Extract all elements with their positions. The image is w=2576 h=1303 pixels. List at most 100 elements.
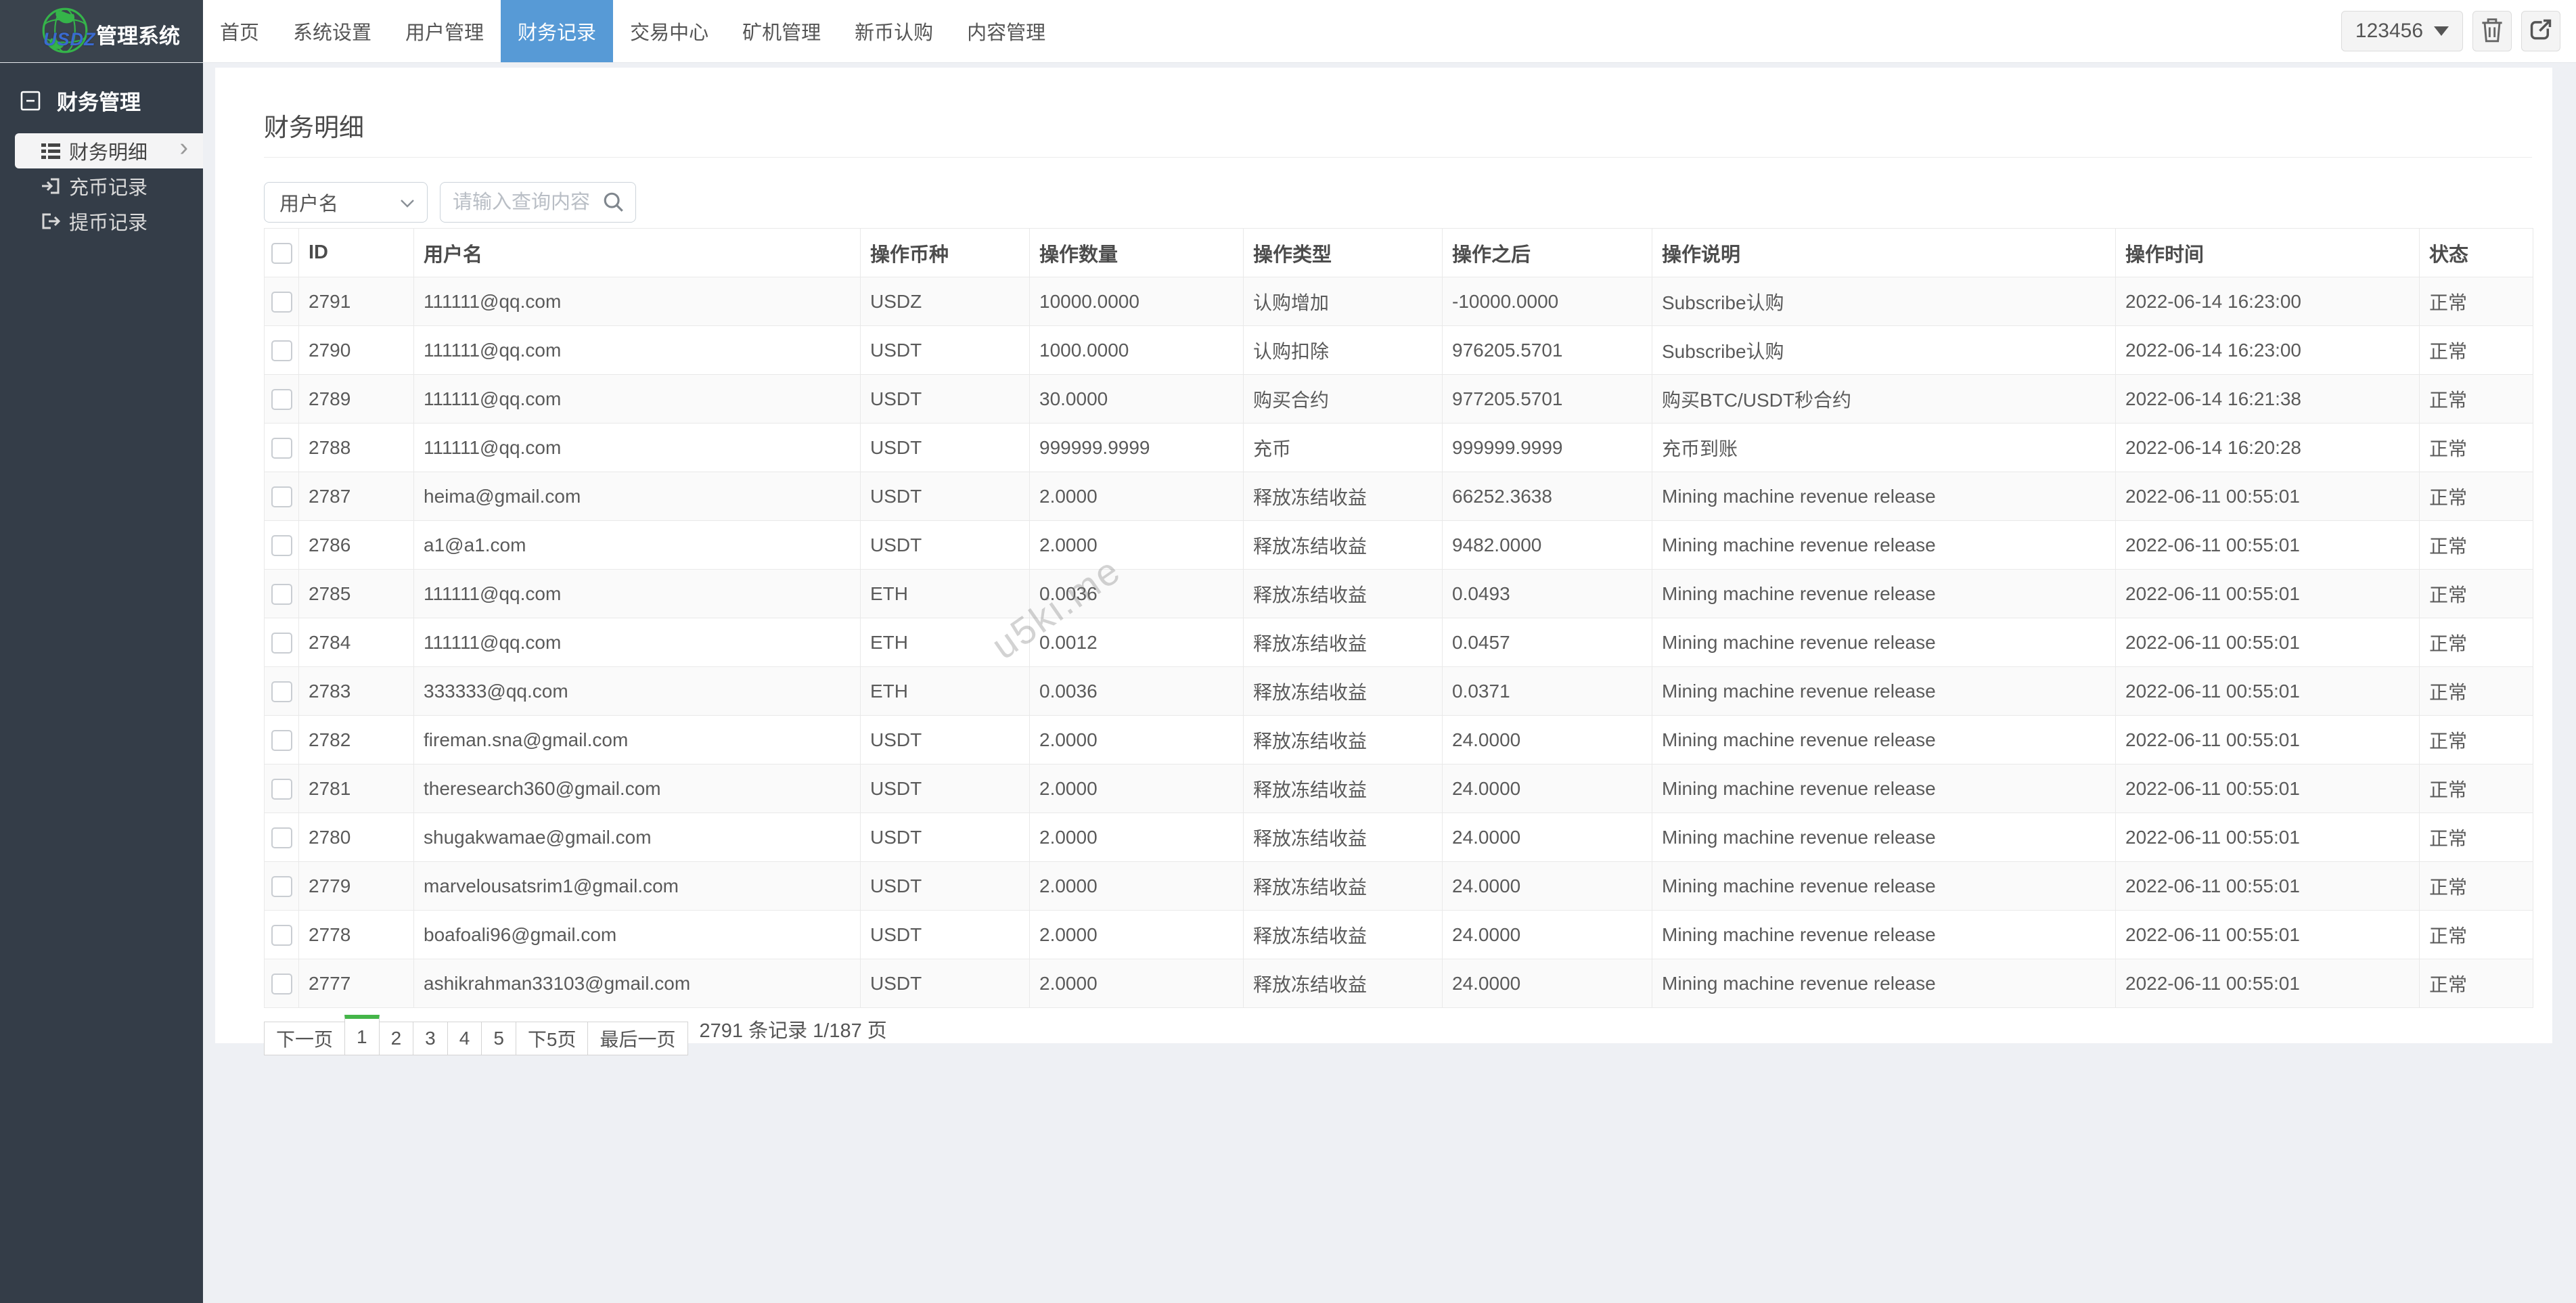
row-checkbox[interactable] [271, 730, 292, 752]
row-checkbox-cell [264, 618, 299, 667]
last-page-button[interactable]: 最后一页 [587, 1022, 688, 1055]
table-row: 2783 333333@qq.com ETH 0.0036 释放冻结收益 0.0371 Mi… [264, 666, 2533, 716]
cell-op-description: Mining machine revenue release [1652, 910, 2116, 959]
nav-item-user-management[interactable]: 用户管理 [388, 0, 501, 62]
row-checkbox[interactable] [271, 779, 292, 800]
nav-item-trade-center[interactable]: 交易中心 [613, 0, 725, 62]
nav-item-home[interactable]: 首页 [203, 0, 276, 62]
search-icon[interactable] [602, 191, 625, 217]
brand-title: 管理系统 [96, 24, 180, 48]
finance-table: ID 用户名 操作币种 操作数量 操作类型 操作之后 操作说明 操作时间 状态 2791 1111… [264, 228, 2533, 1008]
row-checkbox[interactable] [271, 438, 292, 459]
cell-status: 正常 [2419, 764, 2533, 813]
export-button[interactable] [2521, 11, 2560, 51]
cell-id: 2790 [298, 325, 414, 375]
cell-op-type: 释放冻结收益 [1243, 861, 1443, 911]
row-checkbox[interactable] [271, 974, 292, 995]
cell-op-coin: USDT [860, 910, 1030, 959]
row-checkbox-cell [264, 325, 299, 375]
sidebar-item-deposit-records[interactable]: 充币记录 [15, 168, 203, 204]
table-row: 2788 111111@qq.com USDT 999999.9999 充币 999999… [264, 423, 2533, 472]
cell-op-type: 释放冻结收益 [1243, 569, 1443, 618]
row-checkbox[interactable] [271, 681, 292, 703]
cell-after-amount: 0.0371 [1442, 666, 1652, 716]
row-checkbox[interactable] [271, 925, 292, 946]
sidebar-section-finance[interactable]: 财务管理 [0, 62, 203, 133]
cell-op-description: Mining machine revenue release [1652, 569, 2116, 618]
cell-op-amount: 10000.0000 [1029, 277, 1244, 326]
row-checkbox[interactable] [271, 584, 292, 605]
trash-button[interactable] [2472, 11, 2512, 51]
cell-status: 正常 [2419, 374, 2533, 424]
cell-username: 111111@qq.com [413, 277, 861, 326]
page-5-button[interactable]: 5 [481, 1022, 516, 1055]
cell-op-amount: 2.0000 [1029, 959, 1244, 1008]
cell-username: marvelousatsrim1@gmail.com [413, 861, 861, 911]
row-checkbox-cell [264, 277, 299, 326]
cell-op-description: 充币到账 [1652, 423, 2116, 472]
cell-after-amount: 24.0000 [1442, 861, 1652, 911]
filter-field-select[interactable]: 用户名 [264, 182, 428, 223]
user-dropdown-button[interactable]: 123456 [2341, 11, 2463, 51]
cell-status: 正常 [2419, 423, 2533, 472]
cell-after-amount: 0.0493 [1442, 569, 1652, 618]
next-page-button[interactable]: 下一页 [264, 1022, 346, 1055]
filter-row: 用户名 [264, 182, 2532, 223]
sidebar-item-withdraw-records[interactable]: 提币记录 [15, 204, 203, 239]
cell-op-time: 2022-06-14 16:21:38 [2115, 374, 2420, 424]
cell-op-amount: 0.0012 [1029, 618, 1244, 667]
row-checkbox[interactable] [271, 486, 292, 508]
cell-op-amount: 2.0000 [1029, 715, 1244, 764]
column-header: ID [298, 228, 414, 277]
page-3-button[interactable]: 3 [413, 1022, 448, 1055]
cell-op-coin: USDT [860, 764, 1030, 813]
brand-logo[interactable]: USDZ 管理系统 [0, 0, 203, 62]
pagination-buttons: 下一页 1 2 3 4 5 下5页 最后一页 [264, 1015, 688, 1055]
row-checkbox[interactable] [271, 827, 292, 849]
row-checkbox[interactable] [271, 535, 292, 557]
nav-item-system-settings[interactable]: 系统设置 [276, 0, 388, 62]
cell-after-amount: 24.0000 [1442, 959, 1652, 1008]
next-5-pages-button[interactable]: 下5页 [515, 1022, 589, 1055]
cell-id: 2783 [298, 666, 414, 716]
chevron-right-icon: › [179, 133, 188, 162]
cell-op-type: 认购增加 [1243, 277, 1443, 326]
nav-item-new-coin-subscription[interactable]: 新币认购 [838, 0, 950, 62]
page-title: 财务明细 [264, 114, 364, 141]
nav-item-content-management[interactable]: 内容管理 [950, 0, 1062, 62]
row-checkbox[interactable] [271, 876, 292, 898]
row-checkbox[interactable] [271, 389, 292, 411]
table-row: 2786 a1@a1.com USDT 2.0000 释放冻结收益 9482.0000 Mi… [264, 520, 2533, 570]
top-navbar: USDZ 管理系统 首页 系统设置 用户管理 财务记录 交易中心 矿机管理 新币认购 内容管理… [0, 0, 2576, 63]
cell-username: 111111@qq.com [413, 325, 861, 375]
row-checkbox[interactable] [271, 633, 292, 654]
sidebar-items: 财务明细 › 充币记录 提币记录 [0, 133, 203, 239]
cell-after-amount: 24.0000 [1442, 910, 1652, 959]
cell-op-coin: USDT [860, 520, 1030, 570]
cell-op-type: 认购扣除 [1243, 325, 1443, 375]
row-checkbox-cell [264, 715, 299, 764]
cell-op-time: 2022-06-14 16:20:28 [2115, 423, 2420, 472]
table-row: 2789 111111@qq.com USDT 30.0000 购买合约 977205.5… [264, 374, 2533, 424]
sidebar-item-finance-detail[interactable]: 财务明细 › [15, 133, 203, 168]
cell-op-amount: 2.0000 [1029, 520, 1244, 570]
page-2-button[interactable]: 2 [378, 1022, 414, 1055]
nav-item-finance-records[interactable]: 财务记录 [501, 0, 614, 62]
select-all-checkbox[interactable] [271, 242, 292, 264]
cell-op-time: 2022-06-11 00:55:01 [2115, 715, 2420, 764]
cell-op-amount: 2.0000 [1029, 472, 1244, 521]
cell-op-description: Mining machine revenue release [1652, 520, 2116, 570]
row-checkbox[interactable] [271, 340, 292, 362]
search-box [440, 182, 636, 223]
nav-item-miner-management[interactable]: 矿机管理 [725, 0, 838, 62]
row-checkbox-cell [264, 861, 299, 911]
caret-down-icon [2434, 26, 2449, 36]
page-4-button[interactable]: 4 [447, 1022, 482, 1055]
column-header: 操作币种 [860, 228, 1030, 277]
cell-status: 正常 [2419, 666, 2533, 716]
cell-username: 111111@qq.com [413, 569, 861, 618]
page-1-button[interactable]: 1 [344, 1015, 380, 1055]
cell-op-description: Mining machine revenue release [1652, 861, 2116, 911]
row-checkbox[interactable] [271, 292, 292, 313]
cell-op-amount: 2.0000 [1029, 764, 1244, 813]
